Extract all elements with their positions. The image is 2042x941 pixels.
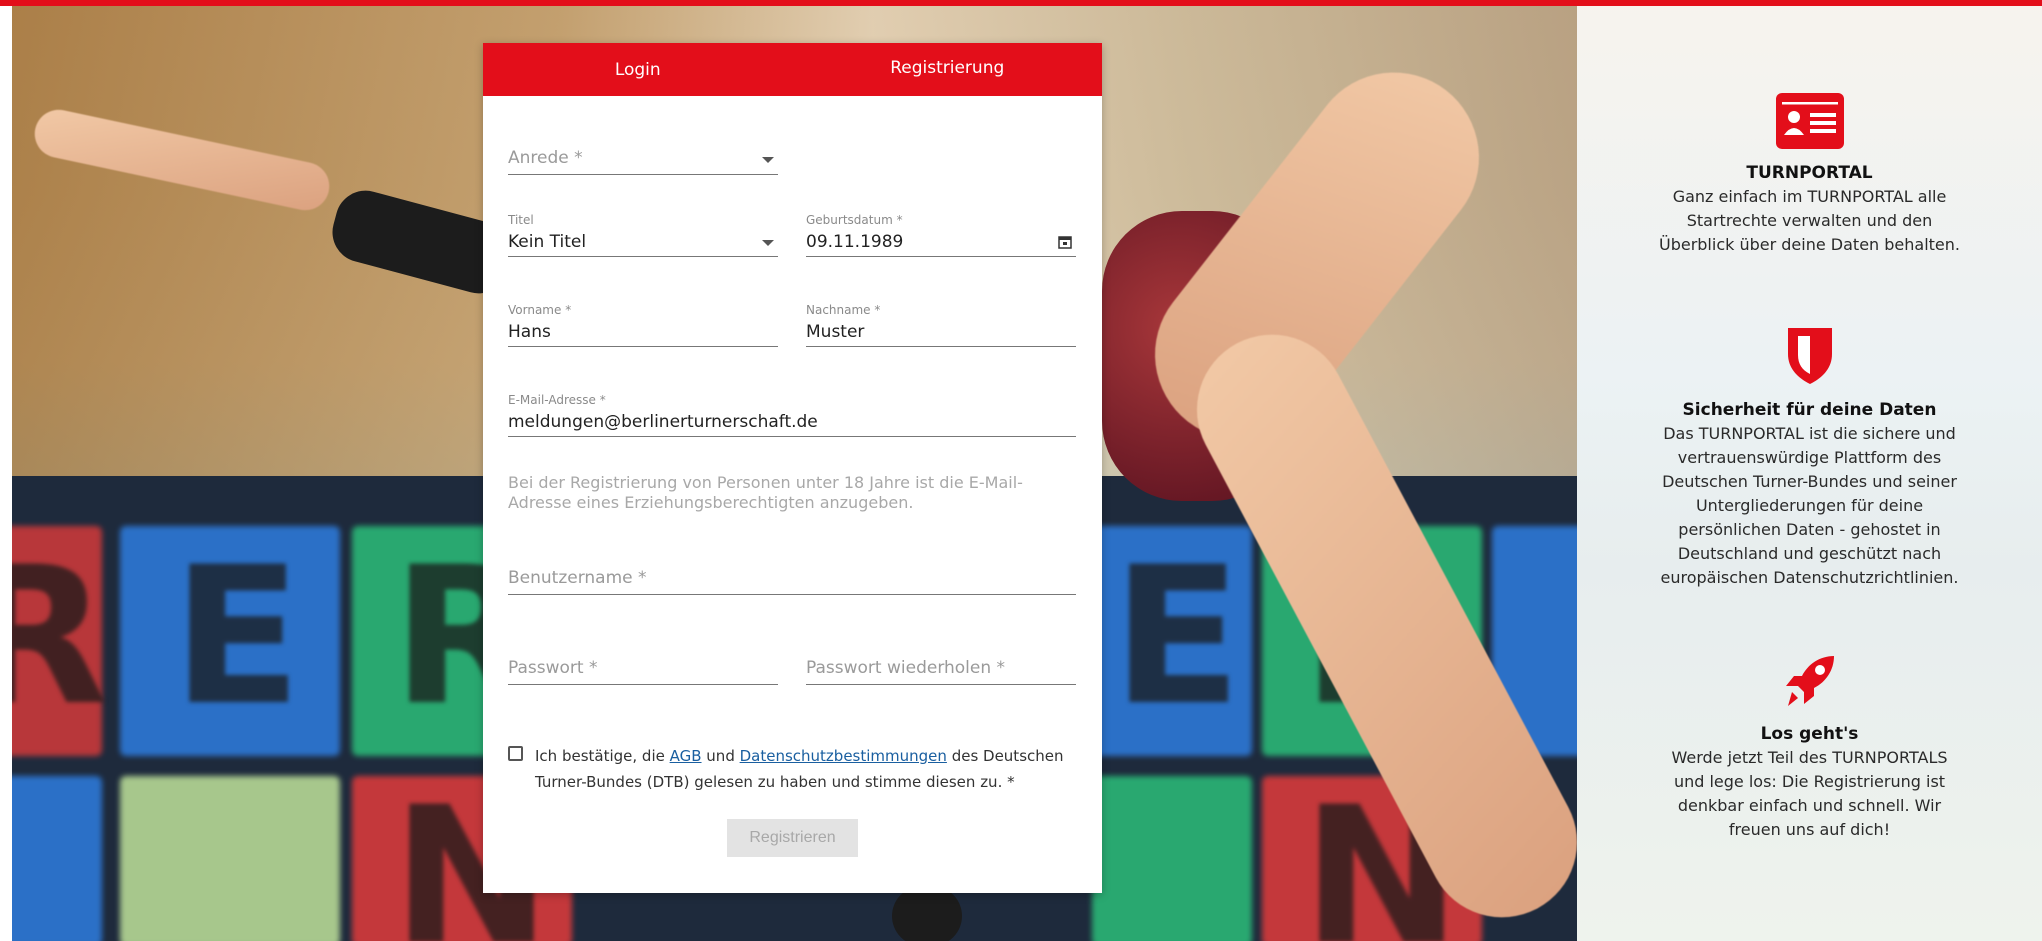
bg-sleeve xyxy=(892,886,962,941)
consent-prefix: Ich bestätige, die xyxy=(535,747,670,765)
nachname-value: Muster xyxy=(806,319,1076,347)
consent-und: und xyxy=(701,747,740,765)
bg-tile xyxy=(12,776,102,941)
consent-checkbox[interactable] xyxy=(508,746,523,761)
info-turnportal: TURNPORTAL Ganz einfach im TURNPORTAL al… xyxy=(1577,93,2042,257)
email-value: meldungen@berlinerturnerschaft.de xyxy=(508,409,1076,437)
info-title: TURNPORTAL xyxy=(1746,163,1873,183)
chevron-down-icon xyxy=(762,157,774,163)
passwort-field[interactable]: Passwort * xyxy=(508,653,778,685)
shield-icon xyxy=(1787,328,1832,384)
anrede-select[interactable]: Anrede * xyxy=(508,143,778,175)
info-panel: TURNPORTAL Ganz einfach im TURNPORTAL al… xyxy=(1577,6,2042,941)
info-text: Werde jetzt Teil des TURNPORTALS und leg… xyxy=(1671,748,1948,839)
passwort-placeholder: Passwort * xyxy=(508,653,778,685)
id-card-icon xyxy=(1775,93,1844,149)
bg-letter: E xyxy=(1112,526,1242,747)
bg-letter: R xyxy=(12,526,109,747)
benutzername-field[interactable]: Benutzername * xyxy=(508,563,1076,595)
info-title: Los geht's xyxy=(1760,724,1859,744)
email-hint: Bei der Registrierung von Personen unter… xyxy=(508,473,1023,512)
left-edge xyxy=(0,6,12,941)
consent-row: Ich bestätige, die AGB und Datenschutzbe… xyxy=(508,743,1078,795)
titel-value: Kein Titel xyxy=(508,229,778,257)
info-text: Das TURNPORTAL ist die sichere und vertr… xyxy=(1660,424,1959,587)
geburtsdatum-field[interactable]: Geburtsdatum * 09.11.1989 xyxy=(806,213,1076,257)
registration-card: Login Registrierung Anrede * Titel Kein … xyxy=(483,43,1102,893)
auth-tabs: Login Registrierung xyxy=(483,43,1102,96)
registrieren-button[interactable]: Registrieren xyxy=(727,819,858,857)
titel-label: Titel xyxy=(508,213,534,227)
vorname-value: Hans xyxy=(508,319,778,347)
rocket-icon xyxy=(1785,656,1834,706)
benutzername-placeholder: Benutzername * xyxy=(508,563,1076,595)
passwort-wiederholen-placeholder: Passwort wiederholen * xyxy=(806,653,1076,685)
tab-login[interactable]: Login xyxy=(483,43,793,96)
bg-letter: E xyxy=(172,526,302,747)
vorname-label: Vorname * xyxy=(508,303,572,317)
nachname-field[interactable]: Nachname * Muster xyxy=(806,303,1076,347)
chevron-down-icon xyxy=(762,240,774,246)
passwort-wiederholen-field[interactable]: Passwort wiederholen * xyxy=(806,653,1076,685)
agb-link[interactable]: AGB xyxy=(670,747,702,765)
vorname-field[interactable]: Vorname * Hans xyxy=(508,303,778,347)
bg-tile xyxy=(1092,776,1252,941)
geburtsdatum-label: Geburtsdatum * xyxy=(806,213,903,227)
email-label: E-Mail-Adresse * xyxy=(508,393,606,407)
info-text: Ganz einfach im TURNPORTAL alle Startrec… xyxy=(1658,187,1960,254)
datenschutz-link[interactable]: Datenschutzbestimmungen xyxy=(740,747,947,765)
calendar-icon[interactable] xyxy=(1058,235,1072,249)
info-start: Los geht's Werde jetzt Teil des TURNPORT… xyxy=(1577,650,2042,842)
info-title: Sicherheit für deine Daten xyxy=(1682,400,1937,420)
nachname-label: Nachname * xyxy=(806,303,881,317)
geburtsdatum-value: 09.11.1989 xyxy=(806,229,1076,257)
email-field[interactable]: E-Mail-Adresse * meldungen@berlinerturne… xyxy=(508,393,1076,437)
anrede-placeholder: Anrede * xyxy=(508,143,778,175)
titel-select[interactable]: Titel Kein Titel xyxy=(508,213,778,257)
info-security: Sicherheit für deine Daten Das TURNPORTA… xyxy=(1577,324,2042,590)
tab-registrierung[interactable]: Registrierung xyxy=(792,43,1102,96)
consent-text: Ich bestätige, die AGB und Datenschutzbe… xyxy=(535,743,1078,795)
bg-tile xyxy=(120,776,340,941)
